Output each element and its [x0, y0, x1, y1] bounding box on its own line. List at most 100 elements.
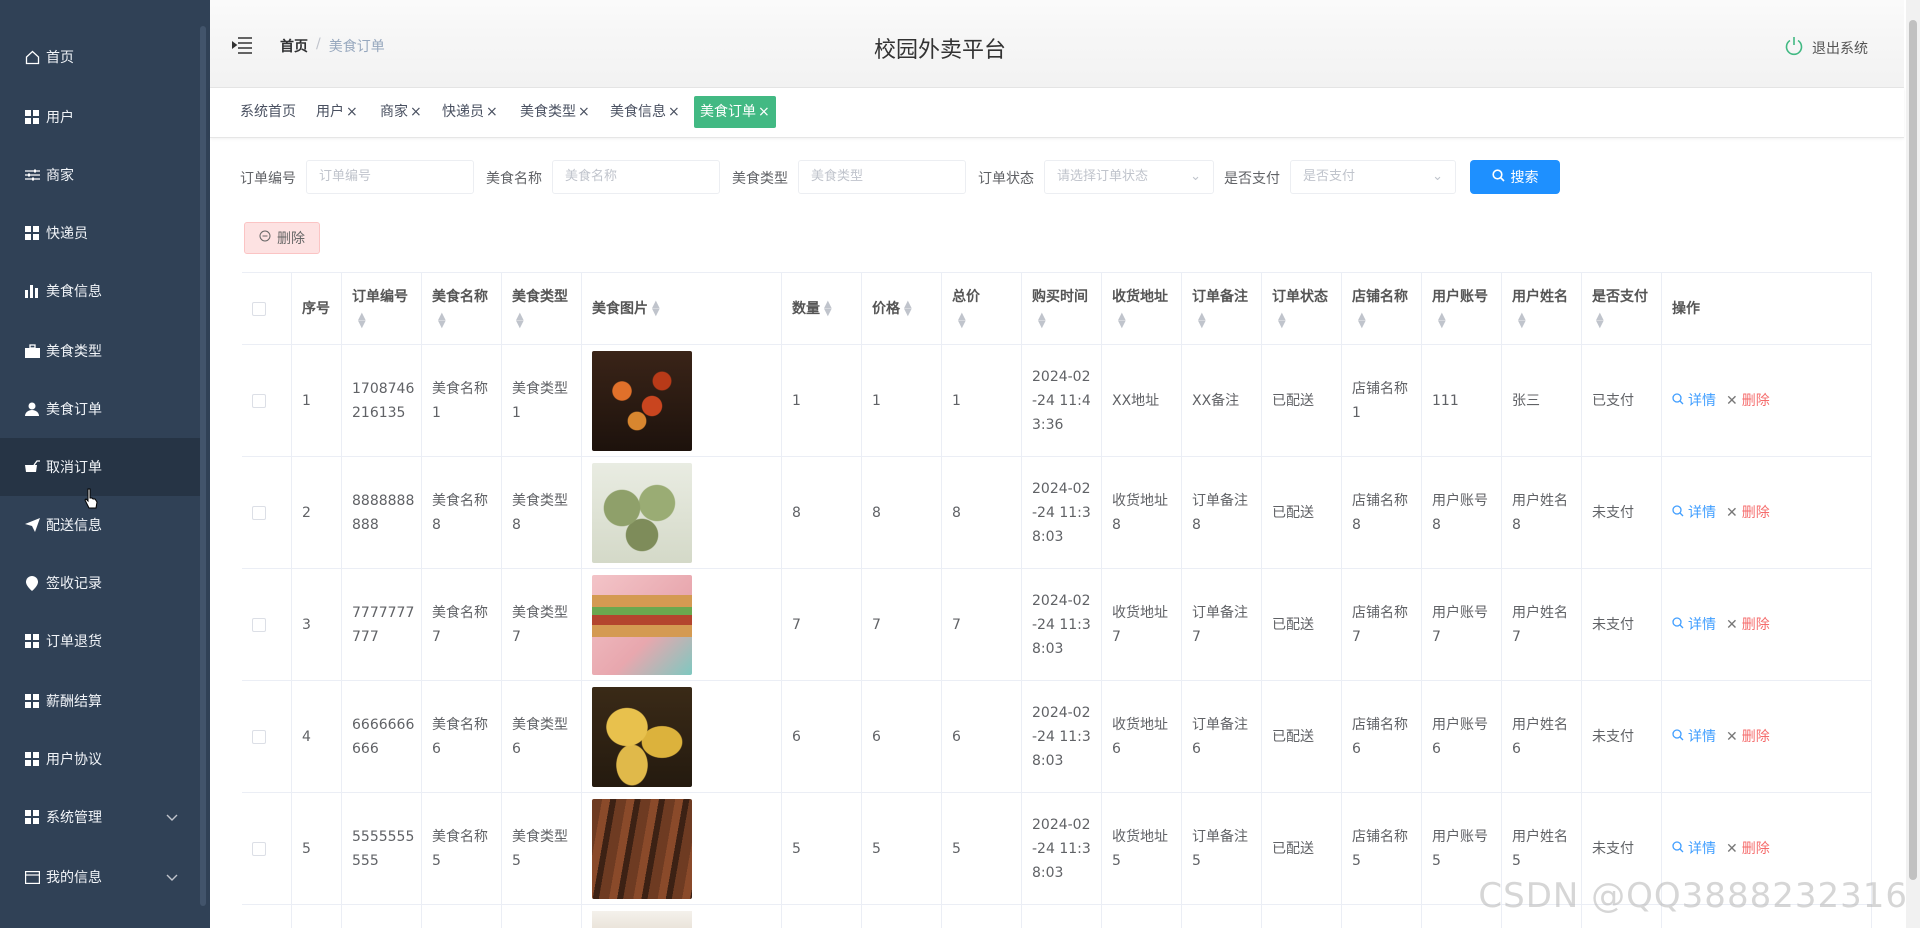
table-header-cell[interactable]: 收货地址 ▲ ▼: [1102, 273, 1182, 344]
tab-6[interactable]: 美食订单 ×: [694, 96, 776, 128]
select-all-checkbox[interactable]: [252, 301, 266, 316]
sort-icon[interactable]: ▲ ▼: [1358, 311, 1366, 329]
food-type-input[interactable]: 美食类型: [798, 160, 966, 194]
tab-4[interactable]: 美食类型 ×: [520, 96, 590, 128]
table-header-cell[interactable]: 用户账号 ▲ ▼: [1422, 273, 1502, 344]
row-checkbox[interactable]: [252, 841, 266, 856]
table-row[interactable]: 1 1708746 216135 美食名称 1 美食类型 1 1 1 1 2024-02 -2…: [242, 345, 1872, 457]
close-icon[interactable]: ×: [668, 104, 680, 120]
sidebar-item[interactable]: 快递员: [0, 204, 200, 262]
cell-account: 用户账号 6: [1432, 716, 1488, 757]
sort-icon[interactable]: ▲ ▼: [358, 311, 366, 329]
table-header-cell[interactable]: 美食名称 ▲ ▼: [422, 273, 502, 344]
table-row[interactable]: 2 8888888 888 美食名称 8 美食类型 8 8 8 8 2024-02 -24 1…: [242, 457, 1872, 569]
sidebar-item[interactable]: 用户协议: [0, 730, 200, 788]
sort-icon[interactable]: ▲ ▼: [1198, 311, 1206, 329]
table-header-cell[interactable]: 总价 ▲ ▼: [942, 273, 1022, 344]
tab-2[interactable]: 商家 ×: [380, 96, 422, 128]
sidebar-item[interactable]: 取消订单: [0, 438, 200, 496]
sidebar-item[interactable]: 美食信息: [0, 262, 200, 320]
row-checkbox[interactable]: [252, 729, 266, 744]
table-header-cell[interactable]: 是否支付 ▲ ▼: [1582, 273, 1662, 344]
row-checkbox[interactable]: [252, 617, 266, 632]
sort-icon[interactable]: ▲ ▼: [1518, 311, 1526, 329]
sort-icon[interactable]: ▲ ▼: [1038, 311, 1046, 329]
tab-0[interactable]: 系统首页: [240, 96, 296, 128]
delete-button[interactable]: 删除: [1742, 501, 1770, 525]
detail-button[interactable]: 详情: [1688, 501, 1716, 525]
detail-button[interactable]: 详情: [1688, 837, 1716, 861]
food-image[interactable]: [592, 350, 692, 451]
minus-circle-icon: [259, 230, 271, 246]
sidebar-item[interactable]: 订单退货: [0, 612, 200, 670]
close-icon[interactable]: ×: [410, 104, 422, 120]
table-header-cell[interactable]: 店铺名称 ▲ ▼: [1342, 273, 1422, 344]
batch-delete-button[interactable]: 删除: [244, 222, 320, 254]
select-all-cell[interactable]: [242, 273, 292, 344]
sidebar-item[interactable]: 美食类型: [0, 322, 200, 380]
sort-icon[interactable]: ▲ ▼: [1596, 311, 1604, 329]
table-header-cell[interactable]: 购买时间 ▲ ▼: [1022, 273, 1102, 344]
sidebar-item[interactable]: 我的信息: [0, 848, 200, 906]
close-icon[interactable]: ×: [346, 104, 358, 120]
order-status-select[interactable]: 请选择订单状态 ⌄: [1044, 160, 1214, 194]
sort-icon[interactable]: ▲ ▼: [516, 311, 524, 329]
food-image[interactable]: [592, 911, 692, 928]
table-cell: 美食名称 7: [422, 569, 502, 680]
delete-button[interactable]: 删除: [1742, 725, 1770, 749]
food-name-input[interactable]: 美食名称: [552, 160, 720, 194]
order-no-input[interactable]: 订单编号: [306, 160, 474, 194]
close-icon[interactable]: ×: [486, 104, 498, 120]
table-header-cell[interactable]: 用户姓名 ▲ ▼: [1502, 273, 1582, 344]
sidebar-scrollbar[interactable]: [200, 26, 206, 906]
delete-button[interactable]: 删除: [1742, 389, 1770, 413]
sort-icon[interactable]: ▲ ▼: [1438, 311, 1446, 329]
food-image[interactable]: [592, 798, 692, 899]
sidebar-item[interactable]: 签收记录: [0, 554, 200, 612]
tab-1[interactable]: 用户 ×: [316, 96, 358, 128]
delete-button[interactable]: 删除: [1742, 837, 1770, 861]
sort-icon[interactable]: ▲ ▼: [652, 299, 660, 317]
sort-icon[interactable]: ▲ ▼: [1278, 311, 1286, 329]
sidebar-item[interactable]: 配送信息: [0, 496, 200, 554]
table-header-cell[interactable]: 订单编号 ▲ ▼: [342, 273, 422, 344]
sidebar-item[interactable]: 系统管理: [0, 788, 200, 846]
logout-button[interactable]: 退出系统: [1784, 36, 1868, 60]
detail-button[interactable]: 详情: [1688, 389, 1716, 413]
food-image[interactable]: [592, 686, 692, 787]
tab-3[interactable]: 快递员 ×: [442, 96, 498, 128]
food-image[interactable]: [592, 574, 692, 675]
table-header-cell[interactable]: 数量 ▲ ▼: [782, 273, 862, 344]
sort-icon[interactable]: ▲ ▼: [438, 311, 446, 329]
table-row[interactable]: 4 6666666 666 美食名称 6 美食类型 6 6 6 6 2024-02 -24 1…: [242, 681, 1872, 793]
sort-icon[interactable]: ▲ ▼: [824, 299, 832, 317]
sort-icon[interactable]: ▲ ▼: [904, 299, 912, 317]
page-scrollbar[interactable]: [1906, 0, 1920, 928]
sidebar-item[interactable]: 商家: [0, 146, 200, 204]
cell-no: 4: [302, 728, 311, 745]
detail-button[interactable]: 详情: [1688, 725, 1716, 749]
sidebar-item[interactable]: 用户: [0, 88, 200, 146]
sort-icon[interactable]: ▲ ▼: [1118, 311, 1126, 329]
table-header-cell[interactable]: 美食图片 ▲ ▼: [582, 273, 782, 344]
close-icon[interactable]: ×: [578, 104, 590, 120]
close-icon[interactable]: ×: [758, 104, 770, 120]
table-header-cell[interactable]: 价格 ▲ ▼: [862, 273, 942, 344]
sidebar-item[interactable]: 首页: [0, 28, 200, 86]
sidebar-item[interactable]: 薪酬结算: [0, 672, 200, 730]
search-button[interactable]: 搜索: [1470, 160, 1560, 194]
table-header-cell[interactable]: 美食类型 ▲ ▼: [502, 273, 582, 344]
table-header-cell[interactable]: 订单备注 ▲ ▼: [1182, 273, 1262, 344]
delete-button[interactable]: 删除: [1742, 613, 1770, 637]
sort-icon[interactable]: ▲ ▼: [958, 311, 966, 329]
tab-5[interactable]: 美食信息 ×: [610, 96, 680, 128]
row-checkbox[interactable]: [252, 505, 266, 520]
food-image[interactable]: [592, 462, 692, 563]
detail-button[interactable]: 详情: [1688, 613, 1716, 637]
row-checkbox[interactable]: [252, 393, 266, 408]
sidebar-item[interactable]: 美食订单: [0, 380, 200, 438]
paid-select[interactable]: 是否支付 ⌄: [1290, 160, 1456, 194]
table-header-cell[interactable]: 订单状态 ▲ ▼: [1262, 273, 1342, 344]
table-row[interactable]: 3 7777777 777 美食名称 7 美食类型 7 7 7 7 2024-02 -24 1…: [242, 569, 1872, 681]
page-scrollbar-thumb[interactable]: [1909, 20, 1917, 880]
